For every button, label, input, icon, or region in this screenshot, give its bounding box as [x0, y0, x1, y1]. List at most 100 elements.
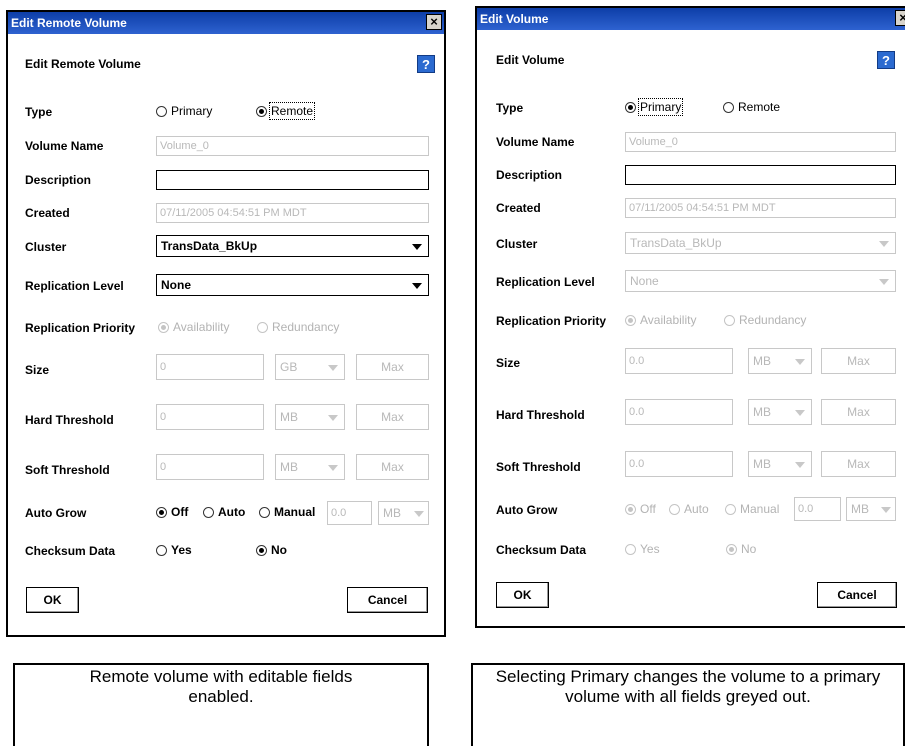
hard-threshold-max-button[interactable]: Max: [821, 399, 896, 425]
checksum-data-label: Checksum Data: [496, 543, 587, 557]
auto-grow-label: Auto Grow: [496, 503, 558, 517]
dialog-heading: Edit Volume: [496, 53, 565, 67]
size-max-button[interactable]: Max: [356, 354, 429, 380]
hard-threshold-unit-select[interactable]: MB: [275, 404, 345, 430]
hard-threshold-max-button[interactable]: Max: [356, 404, 429, 430]
radio-circle: [724, 314, 735, 326]
soft-threshold-unit-select[interactable]: MB: [748, 451, 812, 477]
soft-threshold-unit-select[interactable]: MB: [275, 454, 345, 480]
unit-value: MB: [753, 354, 771, 368]
radio-circle: [156, 506, 167, 518]
auto-grow-off-radio[interactable]: Off: [156, 505, 188, 519]
soft-threshold-max-button[interactable]: Max: [356, 454, 429, 480]
checksum-no-radio[interactable]: No: [256, 543, 287, 557]
checksum-yes-radio[interactable]: Yes: [156, 543, 192, 557]
auto-grow-off-radio[interactable]: Off: [625, 502, 656, 516]
radio-label: Availability: [640, 313, 697, 327]
auto-grow-manual-radio[interactable]: Manual: [259, 505, 315, 519]
cluster-select[interactable]: TransData_BkUp: [625, 232, 896, 254]
close-icon[interactable]: ×: [426, 14, 442, 30]
replication-level-select[interactable]: None: [625, 270, 896, 292]
radio-circle: [725, 503, 736, 515]
close-icon[interactable]: ×: [895, 10, 905, 26]
replication-level-value: None: [630, 274, 659, 288]
type-primary-radio[interactable]: Primary: [156, 104, 212, 118]
auto-grow-unit-select[interactable]: MB: [378, 501, 429, 525]
radio-label: Primary: [637, 98, 684, 116]
chevron-down-icon: [412, 244, 422, 250]
description-field[interactable]: [625, 165, 896, 185]
checksum-no-radio[interactable]: No: [726, 542, 756, 556]
type-remote-radio[interactable]: Remote: [256, 102, 316, 120]
radio-label: No: [271, 543, 287, 557]
created-label: Created: [25, 206, 70, 220]
type-label: Type: [25, 105, 53, 119]
priority-redundancy-radio[interactable]: Redundancy: [257, 320, 339, 334]
description-field[interactable]: [156, 170, 429, 190]
hard-threshold-label: Hard Threshold: [496, 408, 585, 422]
soft-threshold-max-button[interactable]: Max: [821, 451, 896, 477]
auto-grow-unit-select[interactable]: MB: [846, 497, 896, 521]
radio-label: Remote: [268, 102, 316, 120]
cluster-select[interactable]: TransData_BkUp: [156, 235, 429, 257]
replication-level-select[interactable]: None: [156, 274, 429, 296]
chevron-down-icon: [328, 365, 338, 371]
radio-circle: [625, 503, 636, 515]
size-field[interactable]: 0.0: [625, 348, 733, 374]
title-bar: Edit Volume: [477, 8, 905, 30]
soft-threshold-field[interactable]: 0.0: [625, 451, 733, 477]
radio-label: Yes: [171, 543, 192, 557]
size-unit-select[interactable]: MB: [748, 348, 812, 374]
unit-value: GB: [280, 360, 298, 374]
help-icon[interactable]: ?: [417, 55, 435, 73]
radio-label: Primary: [171, 104, 213, 118]
volume-name-field[interactable]: Volume_0: [156, 136, 429, 156]
help-icon[interactable]: ?: [877, 51, 895, 69]
chevron-down-icon: [328, 465, 338, 471]
ok-button[interactable]: OK: [26, 587, 79, 613]
size-unit-select[interactable]: GB: [275, 354, 345, 380]
soft-threshold-field[interactable]: 0: [156, 454, 264, 480]
description-label: Description: [25, 173, 92, 187]
priority-redundancy-radio[interactable]: Redundancy: [724, 313, 806, 327]
cancel-button[interactable]: Cancel: [817, 582, 897, 608]
replication-level-label: Replication Level: [496, 275, 595, 289]
hard-threshold-field[interactable]: 0.0: [625, 399, 733, 425]
replication-level-value: None: [161, 278, 191, 292]
checksum-yes-radio[interactable]: Yes: [625, 542, 660, 556]
size-field[interactable]: 0: [156, 354, 264, 380]
auto-grow-manual-field[interactable]: 0.0: [794, 497, 841, 521]
description-label: Description: [496, 168, 563, 182]
radio-label: Yes: [640, 542, 660, 556]
dialog-heading: Edit Remote Volume: [25, 57, 141, 71]
auto-grow-auto-radio[interactable]: Auto: [669, 502, 709, 516]
cancel-button[interactable]: Cancel: [347, 587, 428, 613]
auto-grow-auto-radio[interactable]: Auto: [203, 505, 245, 519]
unit-value: MB: [753, 457, 771, 471]
type-primary-radio[interactable]: Primary: [625, 98, 684, 116]
radio-circle: [257, 321, 268, 333]
radio-label: Manual: [274, 505, 316, 519]
auto-grow-manual-field[interactable]: 0.0: [327, 501, 372, 525]
priority-availability-radio[interactable]: Availability: [625, 313, 696, 327]
auto-grow-label: Auto Grow: [25, 506, 87, 520]
hard-threshold-field[interactable]: 0: [156, 404, 264, 430]
soft-threshold-label: Soft Threshold: [496, 460, 581, 474]
unit-value: MB: [753, 405, 771, 419]
cluster-value: TransData_BkUp: [630, 236, 722, 250]
unit-value: MB: [383, 506, 401, 520]
volume-name-field[interactable]: Volume_0: [625, 132, 896, 152]
type-remote-radio[interactable]: Remote: [723, 100, 780, 114]
radio-circle: [156, 544, 167, 556]
ok-button[interactable]: OK: [496, 582, 549, 608]
chevron-down-icon: [328, 415, 338, 421]
size-max-button[interactable]: Max: [821, 348, 896, 374]
radio-circle: [669, 503, 680, 515]
replication-priority-label: Replication Priority: [25, 321, 136, 335]
auto-grow-manual-radio[interactable]: Manual: [725, 502, 779, 516]
hard-threshold-unit-select[interactable]: MB: [748, 399, 812, 425]
radio-circle: [726, 543, 737, 555]
priority-availability-radio[interactable]: Availability: [158, 320, 229, 334]
soft-threshold-label: Soft Threshold: [25, 463, 110, 477]
radio-circle: [259, 506, 270, 518]
